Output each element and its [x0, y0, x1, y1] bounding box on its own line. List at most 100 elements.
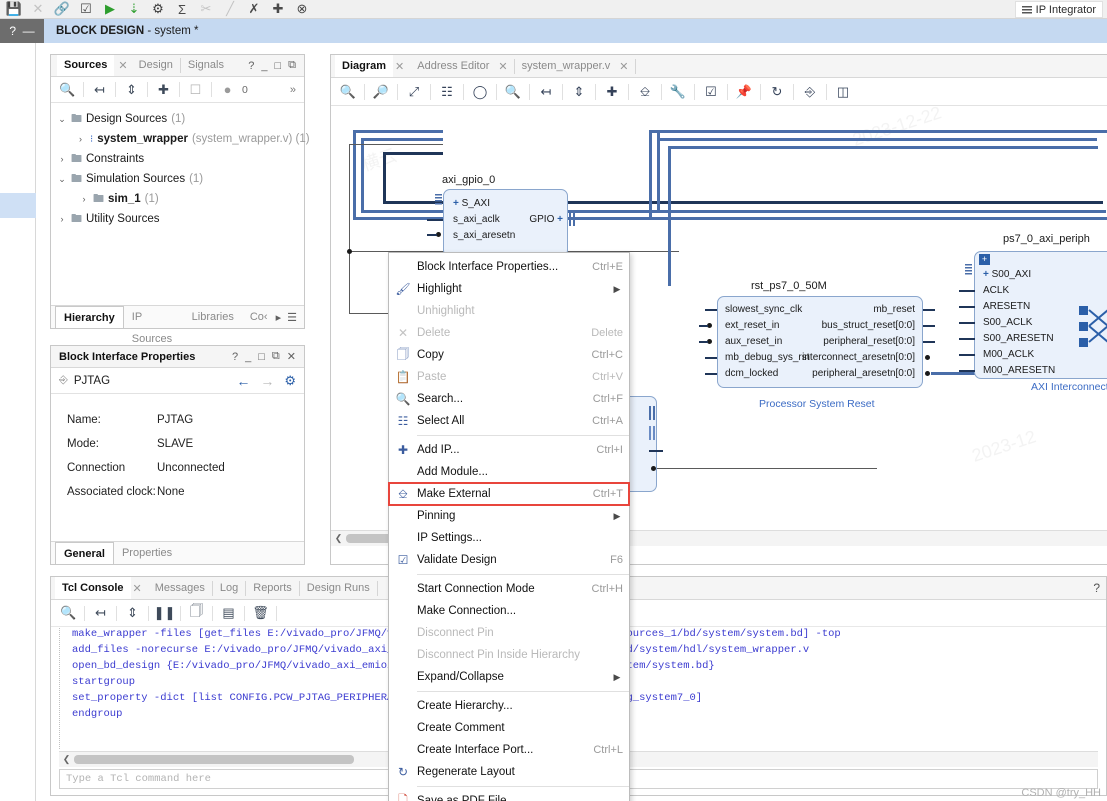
- menu-item-validate-design[interactable]: ☑ Validate Design F6: [389, 549, 629, 571]
- flow-navigator-selected-item[interactable]: [0, 193, 36, 218]
- optimize-icon[interactable]: ⎆: [797, 79, 823, 105]
- search-icon[interactable]: 🔍: [500, 79, 526, 105]
- add-sources-icon[interactable]: ✚: [151, 78, 176, 102]
- menu-item-create-interface-port[interactable]: Create Interface Port... Ctrl+L: [389, 739, 629, 761]
- tree-row-sim-1[interactable]: › 🖿 sim_1 (1): [57, 189, 304, 209]
- link-icon[interactable]: 🔗: [50, 0, 74, 18]
- bip-close-icon[interactable]: ✕: [287, 350, 296, 363]
- menu-item-save-as-pdf-file[interactable]: 🗋 Save as PDF File...: [389, 790, 629, 801]
- bip-forward-button[interactable]: →: [260, 373, 274, 389]
- tab-compile-order[interactable]: Co‹: [242, 306, 276, 328]
- zoom-out-icon[interactable]: 🔎: [368, 79, 394, 105]
- menu-item-search[interactable]: 🔍 Search... Ctrl+F: [389, 388, 629, 410]
- bip-float-icon[interactable]: ⧉: [272, 350, 280, 363]
- flow-navigator-strip[interactable]: [0, 43, 36, 801]
- clear-icon[interactable]: 🗑: [248, 601, 273, 625]
- tree-expand-arrow[interactable]: ⌄: [57, 174, 67, 185]
- panel-maximize-icon[interactable]: □: [274, 60, 281, 72]
- menu-item-make-external[interactable]: ⎒ Make External Ctrl+T: [388, 482, 630, 506]
- panel-float-icon[interactable]: ⧉: [288, 59, 296, 72]
- menu-item-regenerate-layout[interactable]: ↻ Regenerate Layout: [389, 761, 629, 783]
- pin-m00-aresetn[interactable]: M00_ARESETN: [983, 365, 1055, 376]
- collapse-icon[interactable]: ↤: [533, 79, 559, 105]
- close-icon[interactable]: ✕: [26, 0, 50, 18]
- tree-expand-arrow[interactable]: ›: [57, 214, 67, 224]
- scroll-left-icon[interactable]: ❮: [59, 754, 74, 765]
- run-icon[interactable]: ▶: [98, 0, 122, 18]
- help-button[interactable]: ?: [9, 24, 16, 38]
- tab-ip-sources[interactable]: IP Sources: [124, 306, 184, 345]
- tree-expand-arrow[interactable]: ⌄: [57, 114, 67, 125]
- scroll-thumb[interactable]: [74, 755, 354, 764]
- copy-icon[interactable]: 🗍: [184, 601, 209, 625]
- tab-messages[interactable]: Messages: [148, 577, 212, 599]
- tree-row-utility-sources[interactable]: › 🖿 Utility Sources: [57, 209, 304, 229]
- tree-expand-arrow[interactable]: ›: [57, 154, 67, 164]
- pin-m00-aclk[interactable]: M00_ACLK: [983, 349, 1034, 360]
- pin-aresetn[interactable]: ARESETN: [983, 301, 1030, 312]
- expand-icon[interactable]: ⇕: [120, 601, 145, 625]
- minimize-button[interactable]: —: [23, 24, 35, 38]
- tab-log[interactable]: Log: [213, 577, 245, 599]
- collapse-icon[interactable]: ↤: [88, 601, 113, 625]
- menu-item-make-connection[interactable]: Make Connection...: [389, 600, 629, 622]
- refresh-icon[interactable]: ◯: [467, 79, 493, 105]
- tab-address-editor[interactable]: Address Editor: [410, 55, 496, 77]
- menu-item-add-ip[interactable]: ✚ Add IP... Ctrl+I: [389, 439, 629, 461]
- expand-icon[interactable]: ⇕: [566, 79, 592, 105]
- footer-next-icon[interactable]: ▸: [276, 311, 282, 324]
- collapse-all-icon[interactable]: ↤: [87, 78, 112, 102]
- bip-minimize-icon[interactable]: _: [245, 351, 251, 363]
- panel-help-icon[interactable]: ?: [248, 60, 254, 72]
- no-route-icon[interactable]: ✗: [242, 0, 266, 18]
- pin-aclk[interactable]: ACLK: [983, 285, 1009, 296]
- tree-expand-arrow[interactable]: ›: [79, 134, 82, 144]
- sources-overflow-icon[interactable]: »: [290, 84, 300, 96]
- menu-item-ip-settings[interactable]: IP Settings...: [389, 527, 629, 549]
- tab-system-wrapper-v[interactable]: system_wrapper.v: [515, 55, 618, 77]
- menu-item-expand-collapse[interactable]: Expand/Collapse ▶: [389, 666, 629, 688]
- zoom-selection-icon[interactable]: ☷: [434, 79, 460, 105]
- tab-address-editor-close-icon[interactable]: ✕: [496, 60, 513, 73]
- pin-peripheral-reset[interactable]: peripheral_reset[0:0]: [771, 336, 915, 347]
- bip-help-icon[interactable]: ?: [232, 351, 238, 363]
- expand-all-icon[interactable]: ⇕: [119, 78, 144, 102]
- pin-bus-struct-reset[interactable]: bus_struct_reset[0:0]: [771, 320, 915, 331]
- tree-row-system-wrapper[interactable]: › ⁝ system_wrapper (system_wrapper.v) (1…: [57, 129, 310, 149]
- tree-row-constraints[interactable]: › 🖿 Constraints: [57, 149, 304, 169]
- settings-wrench-icon[interactable]: 🔧: [665, 79, 691, 105]
- tab-diagram[interactable]: Diagram: [335, 55, 394, 77]
- gear-icon[interactable]: ⚙: [146, 0, 170, 18]
- tab-signals[interactable]: Signals: [181, 55, 231, 76]
- tab-sources-close-icon[interactable]: ✕: [114, 59, 131, 72]
- panel-minimize-icon[interactable]: _: [261, 60, 267, 72]
- tree-expand-arrow[interactable]: ›: [79, 194, 89, 204]
- tab-design[interactable]: Design: [132, 55, 180, 76]
- pin-mb-reset[interactable]: mb_reset: [771, 304, 915, 315]
- gear-icon[interactable]: ⚙: [284, 373, 296, 389]
- pin-s-axi[interactable]: + S_AXI: [453, 198, 490, 209]
- zoom-in-icon[interactable]: 🔍: [335, 79, 361, 105]
- tree-row-design-sources[interactable]: ⌄ 🖿 Design Sources (1): [57, 109, 304, 129]
- tab-libraries[interactable]: Libraries: [184, 306, 242, 328]
- menu-item-copy[interactable]: 🗍 Copy Ctrl+C: [389, 344, 629, 366]
- pin-icon[interactable]: 📌: [731, 79, 757, 105]
- tcl-help-button[interactable]: ?: [1093, 581, 1100, 595]
- cut-icon[interactable]: ✂: [194, 0, 218, 18]
- menu-item-add-module[interactable]: Add Module...: [389, 461, 629, 483]
- menu-item-select-all[interactable]: ☷ Select All Ctrl+A: [389, 410, 629, 432]
- interface-icon[interactable]: ◫: [830, 79, 856, 105]
- menu-item-create-hierarchy[interactable]: Create Hierarchy...: [389, 695, 629, 717]
- regenerate-layout-icon[interactable]: ↻: [764, 79, 790, 105]
- menu-item-pinning[interactable]: Pinning ▶: [389, 505, 629, 527]
- tab-general[interactable]: General: [55, 542, 114, 564]
- save-icon[interactable]: 💾: [2, 0, 26, 18]
- status-dot-icon[interactable]: ●: [215, 78, 240, 102]
- pin-peripheral-aresetn[interactable]: peripheral_aresetn[0:0]: [761, 368, 915, 379]
- zoom-fit-icon[interactable]: ⤢: [401, 79, 427, 105]
- pause-icon[interactable]: ❚❚: [152, 601, 177, 625]
- expand-plus-icon[interactable]: +: [979, 254, 990, 265]
- pin-interconnect-aresetn[interactable]: interconnect_aresetn[0:0]: [761, 352, 915, 363]
- plus-icon[interactable]: ✚: [266, 0, 290, 18]
- context-menu[interactable]: Block Interface Properties... Ctrl+E 🖌 H…: [388, 252, 630, 801]
